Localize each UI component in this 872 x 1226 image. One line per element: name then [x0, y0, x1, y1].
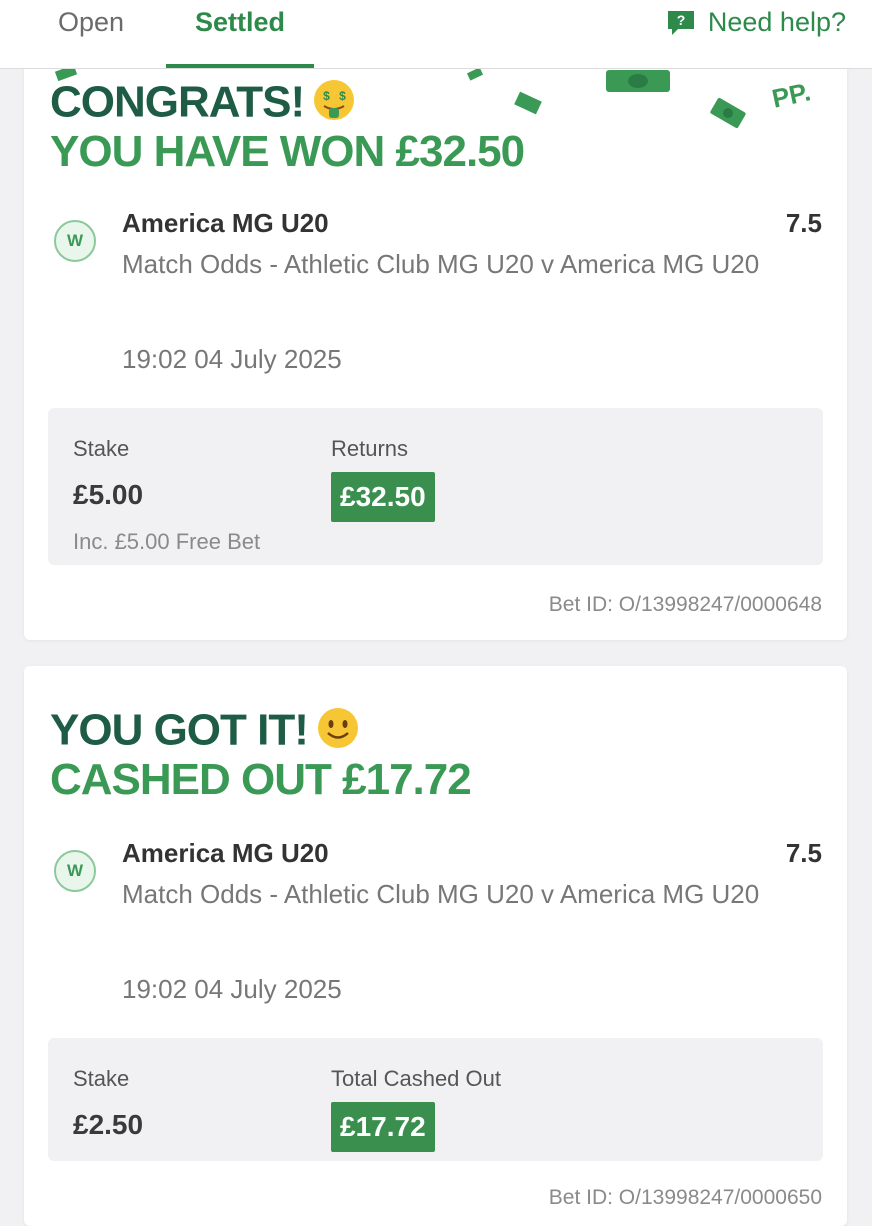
market-description: Match Odds - Athletic Club MG U20 v Amer… [122, 249, 760, 279]
stake-value: £2.50 [73, 1109, 144, 1140]
bet-date: 19:02 04 July 2025 [122, 344, 342, 374]
returns-label: Returns [331, 436, 409, 461]
free-bet-note: Inc. £5.00 Free Bet [73, 529, 261, 554]
help-chat-icon: ? [666, 9, 696, 35]
tab-open[interactable]: Open [30, 0, 152, 68]
returns-value: £32.50 [331, 472, 435, 522]
active-tab-indicator [166, 64, 314, 68]
svg-text:?: ? [677, 12, 686, 28]
pp-decoration-text: PP. [769, 76, 814, 114]
bet-headline-bottom: CASHED OUT £17.72 [50, 755, 472, 804]
win-badge-icon: W [54, 850, 96, 892]
bet-id: Bet ID: O/13998247/0000648 [548, 593, 822, 616]
bet-headline-top: YOU GOT IT! [50, 706, 360, 760]
bet-id: Bet ID: O/13998247/0000650 [548, 1186, 822, 1209]
money-decoration-icon [514, 91, 542, 115]
need-help-label: Need help? [707, 7, 846, 37]
stake-label: Stake [73, 436, 130, 461]
bet-date: 19:02 04 July 2025 [122, 974, 342, 1004]
stake-value: £5.00 [73, 479, 144, 510]
win-badge-icon: W [54, 220, 96, 262]
need-help-link[interactable]: ? Need help? [666, 0, 846, 44]
selection-odds: 7.5 [785, 208, 822, 238]
selection-odds: 7.5 [785, 838, 822, 868]
settled-bet-card: YOU GOT IT! CASHED OUT £17.72 W America … [24, 666, 847, 1226]
bet-summary-box: Stake £5.00 Inc. £5.00 Free Bet Returns … [48, 408, 823, 565]
settled-bet-card: PP. CONGRATS! $ $ YOU HAVE WON £32.50 W … [24, 40, 847, 640]
cashed-out-value: £17.72 [331, 1102, 435, 1152]
market-description: Match Odds - Athletic Club MG U20 v Amer… [122, 879, 760, 909]
bet-headline-bottom: YOU HAVE WON £32.50 [50, 127, 525, 176]
banknote-decoration-icon [710, 97, 746, 129]
cashed-out-label: Total Cashed Out [331, 1066, 501, 1091]
tab-settled-label: Settled [194, 7, 286, 37]
selection-name: America MG U20 [122, 208, 329, 238]
banknote-decoration-icon [606, 70, 670, 92]
top-tab-bar: Open Settled ? Need help? [0, 0, 872, 69]
tab-settled[interactable]: Settled [166, 0, 314, 68]
bet-headline-top: CONGRATS! $ $ [50, 78, 356, 132]
smiling-face-icon [316, 706, 360, 760]
selection-name: America MG U20 [122, 838, 329, 868]
money-mouth-face-icon: $ $ [312, 78, 356, 132]
bet-summary-box: Stake £2.50 Total Cashed Out £17.72 [48, 1038, 823, 1161]
stake-label: Stake [73, 1066, 130, 1091]
